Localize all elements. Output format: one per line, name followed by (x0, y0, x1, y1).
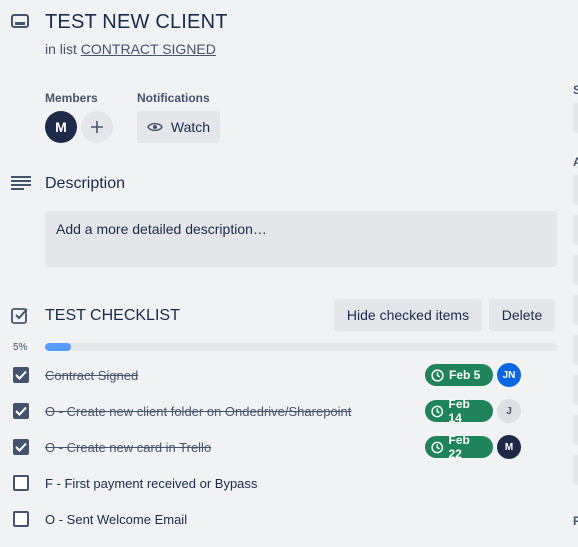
notifications-label: Notifications (137, 91, 210, 105)
member-avatar[interactable]: M (45, 111, 77, 143)
check-icon (15, 370, 27, 380)
check-icon (15, 442, 27, 452)
members-label: Members (45, 91, 98, 105)
watch-label: Watch (170, 119, 211, 135)
watch-button[interactable]: Watch (137, 111, 220, 143)
due-date-badge[interactable]: Feb 5 (425, 364, 493, 386)
checklist-icon (11, 306, 29, 329)
progress-percent: 5% (13, 342, 28, 353)
clock-icon (431, 441, 444, 453)
sidebar-section-label: S (573, 83, 578, 97)
add-member-button[interactable] (81, 111, 113, 143)
assignee-avatar[interactable]: M (497, 435, 521, 459)
description-heading: Description (45, 175, 126, 192)
due-date-text: Feb 14 (448, 397, 470, 425)
eye-icon (147, 122, 163, 132)
description-icon (11, 176, 31, 195)
sidebar-button[interactable] (573, 295, 578, 325)
checklist-item-checkbox[interactable] (13, 403, 29, 419)
clock-icon (431, 368, 444, 382)
assignee-initials: M (504, 441, 514, 453)
progress-bar (45, 343, 557, 351)
assignee-initials: JN (502, 369, 516, 381)
plus-icon (91, 121, 103, 133)
checklist-item-checkbox[interactable] (13, 367, 29, 383)
checklist-item-text[interactable]: O - Sent Welcome Email (45, 512, 187, 527)
checklist-item-checkbox[interactable] (13, 475, 29, 491)
checklist-item-text[interactable]: O - Create new card in Trello (45, 440, 211, 455)
sidebar-section-label: P (573, 514, 578, 528)
assignee-avatar[interactable]: JN (497, 363, 521, 387)
description-placeholder: Add a more detailed description… (56, 221, 267, 237)
sidebar-button[interactable] (573, 255, 578, 285)
card-icon (11, 14, 29, 30)
sidebar-button[interactable] (573, 455, 578, 485)
due-date-badge[interactable]: Feb 14 (425, 397, 493, 425)
checklist-item-text[interactable]: F - First payment received or Bypass (45, 476, 257, 491)
sidebar-section-label: A (573, 155, 578, 169)
delete-label: Delete (501, 307, 543, 323)
assignee-avatar[interactable]: J (497, 399, 521, 423)
list-breadcrumb: in list CONTRACT SIGNED (45, 41, 216, 57)
checklist-item-checkbox[interactable] (13, 439, 29, 455)
sidebar-button[interactable] (573, 215, 578, 245)
member-avatar-initial: M (55, 119, 67, 135)
sidebar-button[interactable] (573, 103, 578, 133)
checklist-item-text[interactable]: O - Create new client folder on Ondedriv… (45, 404, 351, 419)
list-link[interactable]: CONTRACT SIGNED (81, 41, 216, 57)
checklist-item-checkbox[interactable] (13, 511, 29, 527)
sidebar-button[interactable] (573, 175, 578, 205)
sidebar-button[interactable] (573, 335, 578, 365)
progress-fill (45, 343, 71, 351)
clock-icon (431, 405, 444, 417)
hide-checked-label: Hide checked items (346, 307, 470, 323)
description-editor[interactable]: Add a more detailed description… (45, 211, 557, 267)
hide-checked-items-button[interactable]: Hide checked items (334, 299, 482, 331)
assignee-initials: J (506, 405, 512, 417)
due-date-text: Feb 5 (449, 368, 481, 382)
sidebar-button[interactable] (573, 415, 578, 445)
sidebar-button[interactable] (573, 375, 578, 405)
due-date-text: Feb 22 (448, 433, 470, 461)
check-icon (15, 406, 27, 416)
checklist-title[interactable]: TEST CHECKLIST (45, 307, 180, 325)
card-title[interactable]: TEST NEW CLIENT (45, 11, 228, 34)
due-date-badge[interactable]: Feb 22 (425, 433, 493, 461)
in-list-prefix: in list (45, 41, 77, 57)
delete-checklist-button[interactable]: Delete (489, 299, 555, 331)
checklist-item-text[interactable]: Contract Signed (45, 368, 138, 383)
